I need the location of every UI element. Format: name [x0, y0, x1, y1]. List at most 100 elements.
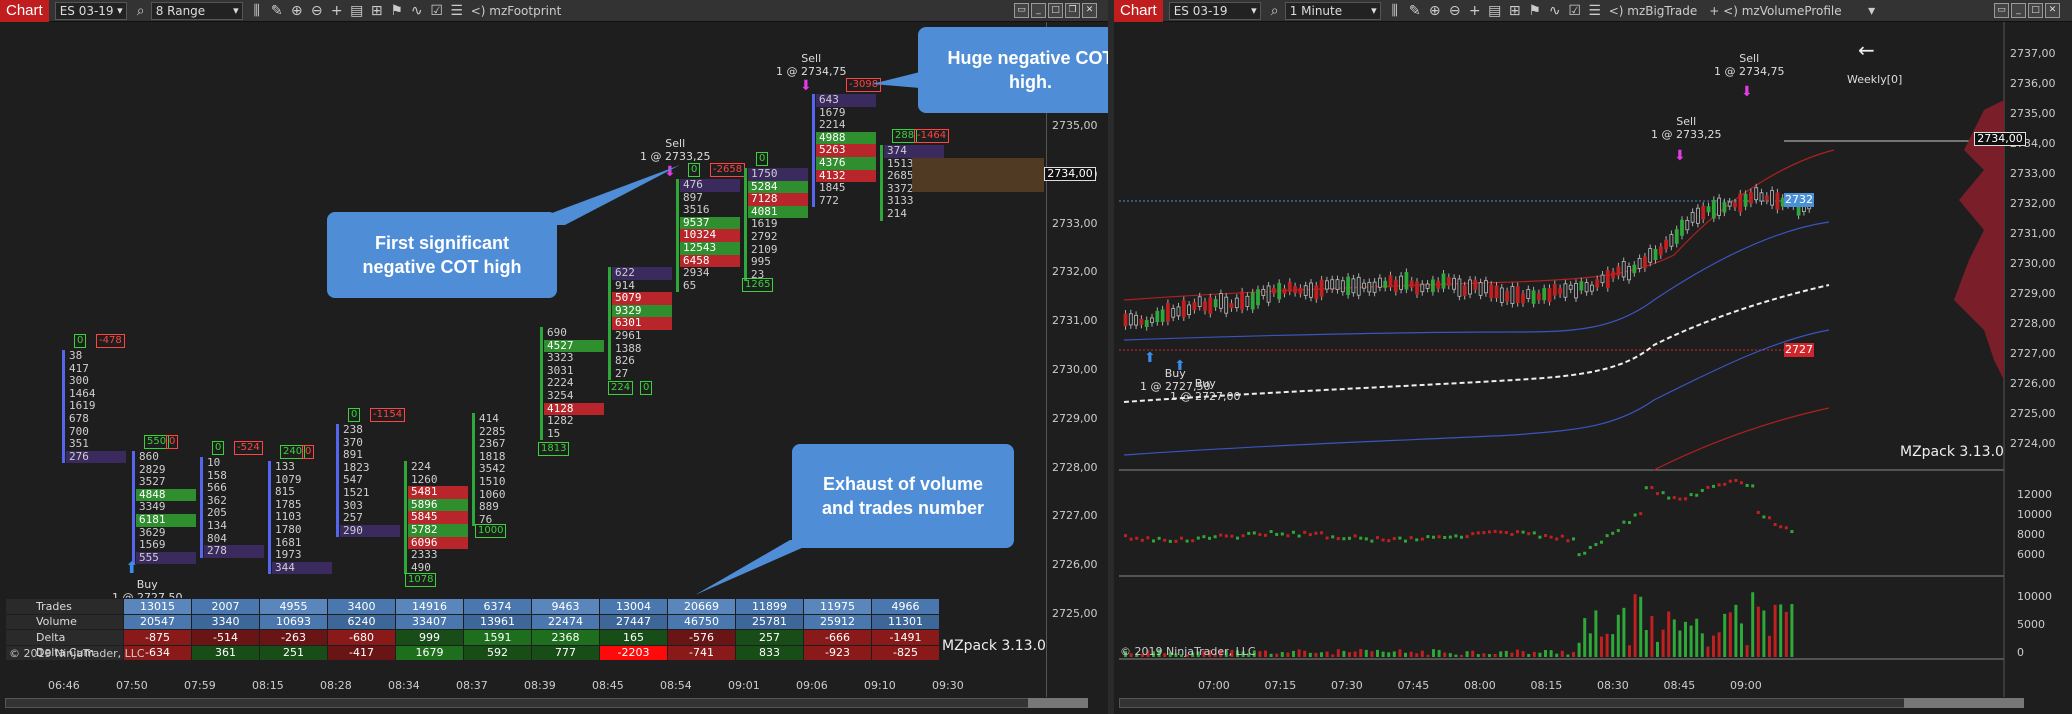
- stats-cell: 20547: [123, 613, 192, 630]
- buy-signal-label-2: Buy 1 @ 2727,00: [1170, 377, 1241, 403]
- oscillator-bar: [1241, 534, 1245, 538]
- oscillator-bar: [1544, 533, 1547, 537]
- oscillator-bar: [1678, 497, 1682, 501]
- stats-row: Trades 13015 2007 4955 3400 14916 6374 9463 1300…: [5, 598, 940, 615]
- stats-cell: 361: [191, 644, 260, 661]
- time-tick-label: 09:10: [864, 679, 896, 692]
- stats-row: Delta -875 -514 -263 -680 999 1591 2368 165 -576 2…: [5, 629, 940, 646]
- time-tick-label: 08:37: [456, 679, 488, 692]
- oscillator-bar: [1471, 532, 1475, 536]
- current-price-tag: 2734,00: [1974, 132, 2026, 146]
- candle: [1584, 282, 1589, 293]
- oscillator-bar: [1583, 551, 1587, 555]
- stats-row-label: Trades: [5, 598, 124, 615]
- stats-cell: 1591: [463, 629, 532, 646]
- oscillator-bar: [1706, 485, 1710, 489]
- candle: [1150, 317, 1154, 324]
- oscillator-bar: [1387, 539, 1391, 543]
- volume-bar: [1320, 652, 1323, 657]
- candle: [1287, 281, 1292, 292]
- oscillator-bar: [1493, 529, 1497, 533]
- oscillator-bar: [1616, 529, 1620, 533]
- oscillator-bar: [1168, 539, 1172, 543]
- oscillator-bar: [1415, 538, 1419, 542]
- oscillator-bar: [1124, 534, 1127, 538]
- candle: [1229, 303, 1234, 309]
- oscillator-bar: [1476, 531, 1480, 535]
- time-tick-label: 09:00: [1730, 679, 1762, 692]
- time-tick-label: 07:59: [184, 679, 216, 692]
- stats-cell: -1491: [871, 629, 940, 646]
- stats-cell: 3400: [327, 598, 396, 615]
- volume-bar: [1460, 654, 1463, 657]
- volume-bar: [1275, 653, 1279, 657]
- candle: [1653, 248, 1658, 261]
- horizontal-scrollbar[interactable]: [1119, 698, 1919, 708]
- stats-cell: 11975: [803, 598, 872, 615]
- oscillator-bar: [1213, 535, 1217, 539]
- oscillator-bar: [1247, 531, 1251, 535]
- candle: [1775, 192, 1780, 210]
- candle: [1213, 299, 1218, 308]
- stats-cell: 4966: [871, 598, 940, 615]
- time-tick-label: 08:15: [252, 679, 284, 692]
- candle: [1749, 192, 1753, 204]
- oscillator-bar: [1437, 535, 1441, 539]
- oscillator-bar: [1381, 538, 1385, 542]
- oscillator-bar: [1140, 538, 1144, 542]
- oscillator-bar: [1224, 534, 1228, 538]
- candle: [1690, 212, 1695, 223]
- volume-bar: [1560, 650, 1564, 657]
- volume-tick-label: 5000: [2017, 618, 2045, 631]
- volume-bar: [1734, 604, 1738, 657]
- oscillator-bar: [1398, 536, 1402, 540]
- oscillator-bar: [1426, 535, 1430, 539]
- oscillator-bar: [1448, 535, 1452, 539]
- oscillator-bar: [1376, 536, 1379, 540]
- volume-bar: [1684, 621, 1687, 657]
- candle: [1552, 284, 1557, 296]
- price-tick-label: 2727,00: [2010, 347, 2056, 360]
- candle: [1738, 193, 1743, 213]
- time-tick-label: 07:50: [116, 679, 148, 692]
- oscillator-bar: [1252, 531, 1256, 535]
- stats-cell: 999: [395, 629, 464, 646]
- oscillator-tick-label: 6000: [2017, 548, 2045, 561]
- oscillator-bar: [1236, 536, 1239, 540]
- oscillator-bar: [1628, 521, 1631, 525]
- stats-cell: 833: [735, 644, 804, 661]
- volume-bar: [1504, 650, 1508, 657]
- candle: [1764, 195, 1769, 201]
- volume-bar: [1751, 592, 1755, 657]
- volume-bar: [1695, 618, 1699, 657]
- volume-bar: [1521, 651, 1525, 657]
- volume-bar: [1740, 623, 1743, 657]
- oscillator-bar: [1342, 537, 1346, 541]
- volume-bar: [1633, 594, 1637, 657]
- volume-bar: [1342, 650, 1346, 657]
- oscillator-bar: [1555, 537, 1559, 541]
- stats-cell: -514: [191, 629, 260, 646]
- volume-bar: [1672, 619, 1676, 657]
- oscillator-bar: [1779, 525, 1783, 529]
- volume-bar: [1331, 654, 1335, 657]
- candle: [1605, 270, 1610, 289]
- candle: [1505, 291, 1510, 302]
- volume-bar: [1398, 649, 1402, 657]
- back-arrow-icon[interactable]: ←: [1858, 38, 1875, 62]
- volume-bar: [1600, 636, 1603, 657]
- candle: [1574, 283, 1578, 299]
- horizontal-scrollbar[interactable]: [5, 698, 1045, 708]
- candle: [1266, 285, 1271, 303]
- stats-cell: -417: [327, 644, 396, 661]
- scrollbar-thumb[interactable]: [1904, 698, 2024, 708]
- candle: [1192, 302, 1197, 311]
- oscillator-bar: [1633, 513, 1637, 517]
- price-tick-label: 2724,00: [2010, 437, 2056, 450]
- candle: [1314, 285, 1319, 300]
- price-tick-label: 2735,00: [2010, 107, 2056, 120]
- scrollbar-thumb[interactable]: [1028, 698, 1088, 708]
- minute-price-chart[interactable]: ⬆ ⬆⬇⬇: [1114, 0, 2072, 714]
- volume-bar: [1544, 650, 1547, 657]
- oscillator-bar: [1611, 531, 1615, 535]
